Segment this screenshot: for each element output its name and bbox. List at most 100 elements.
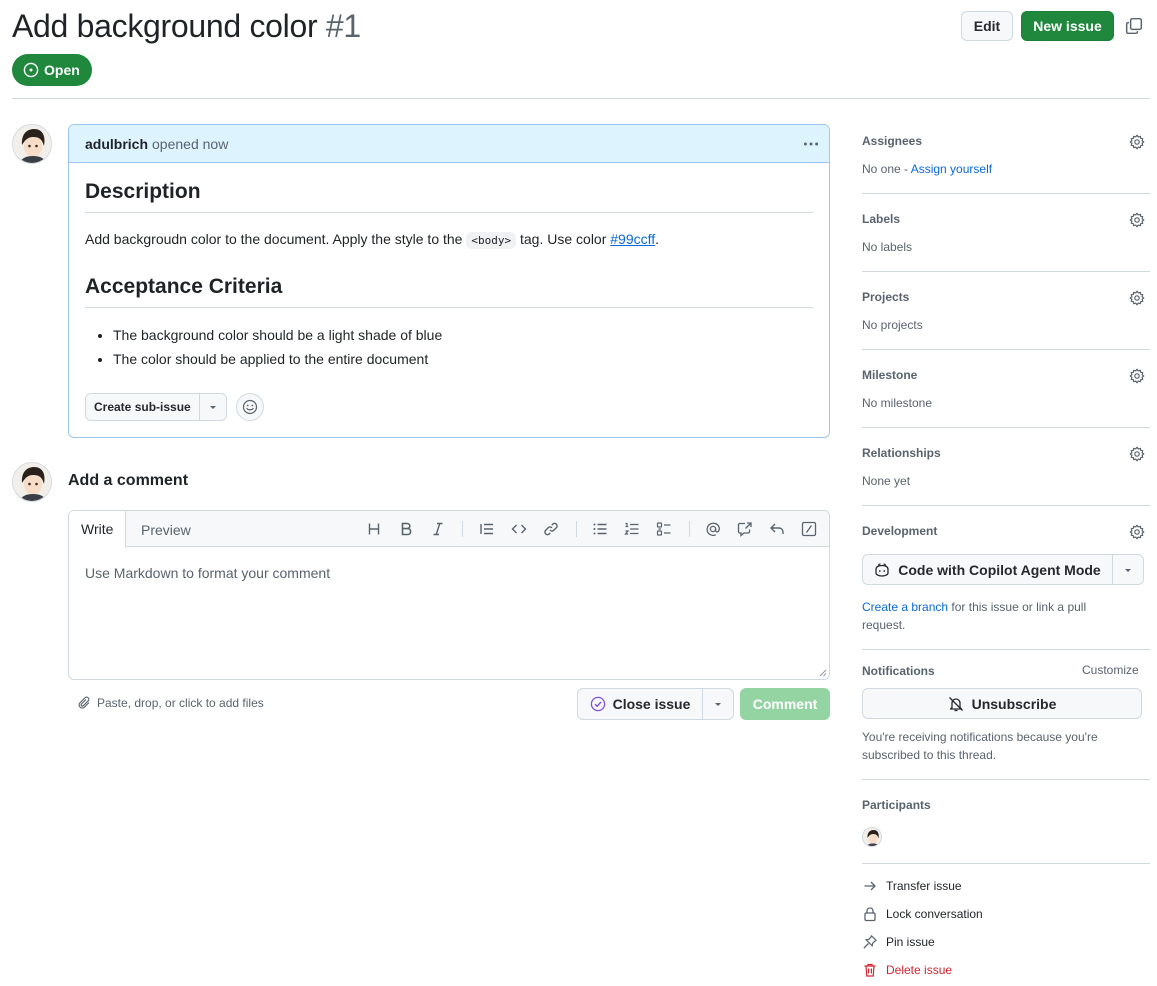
color-link[interactable]: #99ccff [610, 231, 655, 247]
pin-issue-label: Pin issue [886, 935, 935, 949]
create-subissue-button[interactable]: Create sub-issue [85, 393, 227, 421]
lock-conversation-action[interactable]: Lock conversation [862, 906, 983, 922]
description-heading: Description [85, 180, 813, 213]
projects-value: No projects [862, 318, 923, 332]
relationships-gear-icon[interactable] [1129, 446, 1145, 462]
edit-button[interactable]: Edit [961, 11, 1013, 41]
criteria-heading: Acceptance Criteria [85, 275, 813, 308]
quote-icon[interactable] [479, 521, 495, 537]
issue-title-text: Add background color [12, 8, 318, 44]
close-issue-main[interactable]: Close issue [578, 689, 703, 719]
relationships-value: None yet [862, 474, 911, 488]
create-branch-link[interactable]: Create a branch [862, 600, 948, 614]
unsubscribe-button[interactable]: Unsubscribe [862, 688, 1142, 719]
chevron-down-icon[interactable] [200, 394, 226, 420]
create-subissue-label[interactable]: Create sub-issue [86, 394, 200, 420]
more-options-icon[interactable] [802, 135, 820, 153]
transfer-issue-action[interactable]: Transfer issue [862, 878, 962, 894]
description-text-2: tag. Use color [516, 231, 611, 247]
description-text-3: . [655, 231, 660, 247]
sidebar-divider [862, 863, 1150, 864]
copilot-icon [875, 562, 889, 577]
chevron-down-icon[interactable] [703, 689, 733, 719]
bold-icon[interactable] [398, 521, 414, 537]
development-note-text: for this issue or link a pull [948, 600, 1087, 614]
tab-write[interactable]: Write [69, 511, 127, 548]
arrow-right-icon [864, 881, 876, 891]
close-issue-label: Close issue [612, 696, 691, 712]
milestone-value: No milestone [862, 396, 933, 410]
sidebar-divider [862, 349, 1150, 350]
new-issue-button[interactable]: New issue [1021, 11, 1114, 41]
italic-icon[interactable] [430, 521, 446, 537]
toolbar-divider [576, 521, 577, 537]
chevron-down-icon[interactable] [1113, 555, 1143, 584]
lock-conversation-label: Lock conversation [886, 907, 983, 921]
assignees-heading[interactable]: Assignees [862, 134, 922, 148]
sidebar-divider [862, 779, 1150, 780]
notifications-note-text: You're receiving notifications because y… [862, 730, 1098, 744]
milestone-heading[interactable]: Milestone [862, 368, 917, 382]
author-name[interactable]: adulbrich [85, 136, 148, 152]
slash-command-icon[interactable] [801, 521, 817, 537]
customize-notifications-link[interactable]: Customize [1082, 663, 1139, 677]
opened-timestamp: opened now [152, 135, 229, 152]
smiley-icon [242, 399, 258, 415]
resize-handle-icon[interactable] [817, 667, 827, 677]
current-user-avatar [12, 462, 52, 502]
reply-icon[interactable] [769, 521, 785, 537]
paperclip-icon [78, 696, 90, 709]
comment-button[interactable]: Comment [740, 688, 830, 720]
assignees-value: No one - Assign yourself [862, 162, 992, 176]
issue-title: Add background color #1 [12, 8, 361, 45]
author-avatar[interactable] [12, 124, 52, 164]
delete-issue-label: Delete issue [886, 963, 953, 977]
attach-files-hint[interactable]: Paste, drop, or click to add files [78, 696, 264, 710]
projects-gear-icon[interactable] [1129, 290, 1145, 306]
tab-preview[interactable]: Preview [129, 511, 203, 548]
copy-link-icon[interactable] [1125, 17, 1143, 35]
toolbar-divider [689, 521, 690, 537]
development-gear-icon[interactable] [1129, 524, 1145, 540]
unordered-list-icon[interactable] [592, 521, 608, 537]
code-icon[interactable] [511, 521, 527, 537]
copilot-agent-main[interactable]: Code with Copilot Agent Mode [863, 555, 1113, 584]
close-issue-button[interactable]: Close issue [577, 688, 734, 720]
pin-icon [863, 935, 877, 949]
body-tag-code: <body> [466, 232, 517, 249]
list-item: The background color should be a light s… [113, 325, 442, 349]
heading-icon[interactable] [366, 521, 382, 537]
check-circle-icon [590, 696, 605, 712]
sidebar-divider [862, 271, 1150, 272]
pin-issue-action[interactable]: Pin issue [862, 934, 935, 950]
copilot-agent-button[interactable]: Code with Copilot Agent Mode [862, 554, 1144, 585]
issue-body-card: adulbrich opened now Description Add bac… [68, 124, 830, 438]
assign-yourself-link[interactable]: Assign yourself [911, 162, 992, 176]
development-note: Create a branch for this issue or link a… [862, 598, 1132, 634]
list-item: The color should be applied to the entir… [113, 349, 442, 373]
labels-gear-icon[interactable] [1129, 212, 1145, 228]
header-divider [12, 98, 1150, 99]
participant-avatar[interactable] [862, 827, 882, 847]
relationships-heading[interactable]: Relationships [862, 446, 941, 460]
ordered-list-icon[interactable] [624, 521, 640, 537]
projects-heading[interactable]: Projects [862, 290, 909, 304]
lock-icon [864, 907, 876, 922]
development-heading[interactable]: Development [862, 524, 937, 538]
delete-issue-action[interactable]: Delete issue [862, 962, 952, 978]
task-list-icon[interactable] [656, 521, 672, 537]
add-comment-heading: Add a comment [68, 472, 189, 489]
composer-toolbar: Write Preview [69, 511, 829, 548]
cross-reference-icon[interactable] [737, 521, 753, 537]
add-reaction-button[interactable] [236, 393, 264, 421]
sidebar-divider [862, 505, 1150, 506]
labels-heading[interactable]: Labels [862, 212, 900, 226]
milestone-gear-icon[interactable] [1129, 368, 1145, 384]
link-icon[interactable] [543, 521, 559, 537]
comment-textarea[interactable]: Use Markdown to format your comment [69, 547, 829, 599]
issue-body-header: adulbrich opened now [69, 125, 829, 163]
transfer-issue-label: Transfer issue [886, 879, 962, 893]
assignees-gear-icon[interactable] [1129, 134, 1145, 150]
issue-number: #1 [325, 8, 361, 44]
mention-icon[interactable] [705, 521, 721, 537]
